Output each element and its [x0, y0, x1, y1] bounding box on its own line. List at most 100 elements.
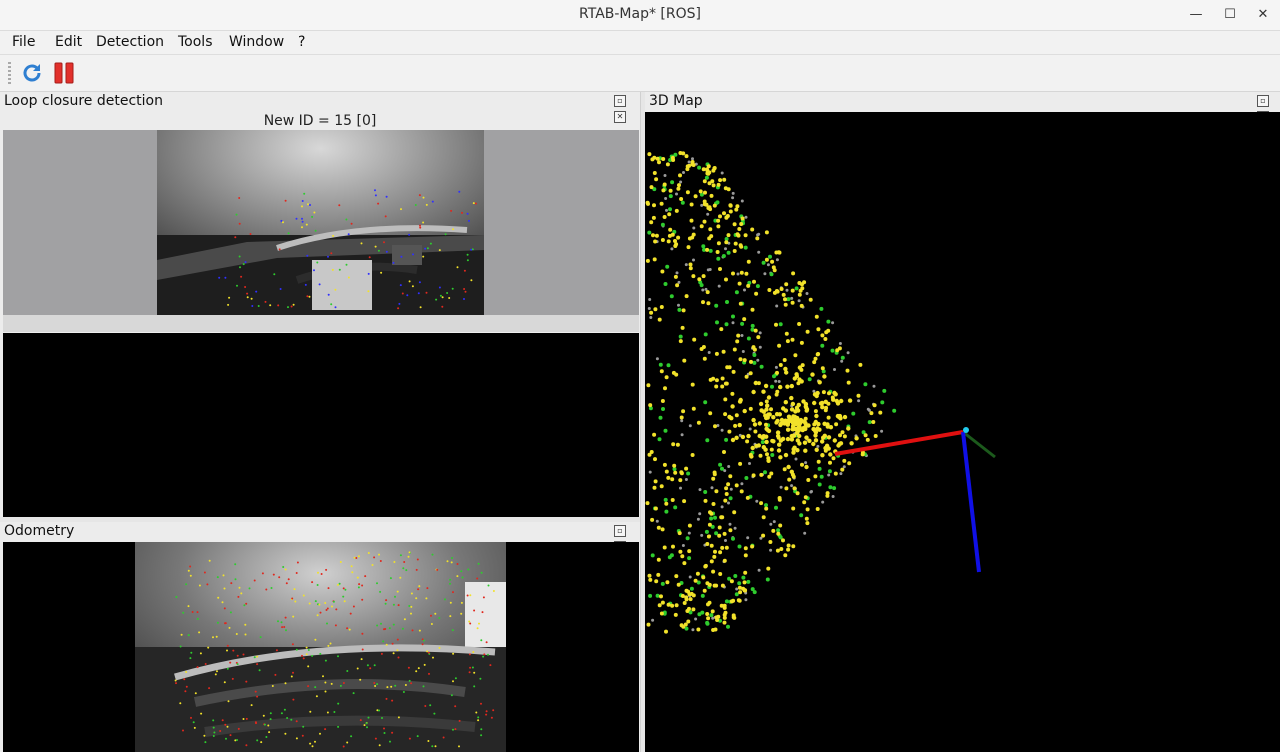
- feature-point: [316, 614, 319, 617]
- map-point: [678, 334, 683, 339]
- title-bar: RTAB-Map* [ROS] — ☐ ✕: [0, 0, 1280, 31]
- feature-point: [225, 737, 227, 740]
- map-point: [744, 598, 748, 602]
- map-point: [731, 613, 736, 618]
- map-point: [739, 244, 744, 249]
- map-point: [750, 307, 755, 312]
- map-point: [691, 607, 696, 612]
- feature-point: [245, 717, 248, 720]
- map-point: [708, 411, 713, 416]
- feature-point: [301, 220, 304, 223]
- map-point: [723, 610, 728, 615]
- feature-point: [304, 283, 307, 286]
- map-point: [771, 439, 776, 444]
- map-point: [696, 517, 700, 521]
- map-point: [743, 546, 748, 551]
- feature-point: [379, 590, 382, 593]
- map-point: [688, 597, 693, 602]
- feature-point: [256, 655, 259, 658]
- feature-point: [410, 682, 413, 685]
- map-point: [750, 544, 755, 549]
- map-point: [689, 218, 694, 223]
- float-icon[interactable]: ▫: [614, 525, 626, 537]
- map-point: [673, 612, 678, 617]
- map-point: [647, 230, 652, 235]
- feature-point: [185, 685, 188, 688]
- map-point: [724, 492, 729, 496]
- minimize-button[interactable]: —: [1184, 4, 1208, 26]
- feature-point: [483, 653, 486, 656]
- map-point: [812, 360, 817, 365]
- menu-edit[interactable]: Edit: [55, 34, 82, 50]
- feature-point: [273, 273, 276, 276]
- feature-point: [189, 565, 192, 568]
- feature-point: [179, 702, 182, 705]
- float-icon[interactable]: ▫: [614, 95, 626, 107]
- float-icon[interactable]: ▫: [1257, 95, 1269, 107]
- feature-point: [441, 305, 444, 308]
- map-point: [732, 510, 737, 515]
- map-point: [706, 301, 711, 306]
- map-point: [735, 339, 740, 344]
- feature-point: [295, 720, 298, 723]
- map-point: [662, 182, 667, 187]
- map-point: [740, 216, 745, 221]
- map-point: [728, 209, 733, 214]
- feature-point: [407, 555, 410, 558]
- map-point: [675, 283, 680, 288]
- feature-point: [429, 704, 432, 707]
- toolbar-grip[interactable]: [8, 62, 11, 84]
- feature-point: [284, 616, 287, 619]
- feature-point: [385, 643, 388, 646]
- feature-point: [434, 745, 437, 748]
- map-point: [800, 462, 804, 467]
- feature-point: [426, 650, 429, 653]
- feature-point: [352, 692, 355, 695]
- map-point: [651, 233, 655, 238]
- menu-detection[interactable]: Detection: [96, 34, 164, 50]
- odometry-dock-buttons: ▫✕: [612, 525, 638, 553]
- map-point: [791, 271, 796, 276]
- map-point: [784, 331, 789, 336]
- feature-point: [416, 735, 419, 738]
- menu-file[interactable]: File: [12, 34, 35, 50]
- feature-point: [234, 236, 237, 239]
- refresh-icon[interactable]: [20, 61, 44, 85]
- map-point: [740, 334, 744, 337]
- map-point: [648, 470, 652, 474]
- map-point: [766, 458, 771, 463]
- map-point: [717, 284, 721, 288]
- map-point: [676, 582, 681, 587]
- feature-point: [242, 653, 245, 656]
- menu-window[interactable]: Window: [229, 34, 284, 50]
- feature-point: [427, 651, 430, 654]
- map-point: [827, 473, 831, 477]
- maximize-button[interactable]: ☐: [1218, 4, 1242, 26]
- feature-point: [417, 292, 420, 295]
- map-point: [816, 327, 821, 332]
- pause-icon[interactable]: [52, 61, 76, 85]
- feature-point: [397, 604, 400, 607]
- map-point: [736, 598, 741, 603]
- map-point: [764, 506, 769, 511]
- feature-point: [385, 195, 388, 198]
- map-point: [769, 447, 774, 452]
- map-point: [719, 327, 724, 332]
- map-point: [849, 441, 854, 446]
- map-point: [723, 397, 728, 402]
- feature-point: [324, 602, 327, 604]
- map3d-viewport[interactable]: [645, 112, 1280, 752]
- menu-help[interactable]: ?: [298, 34, 305, 50]
- map-point: [731, 369, 736, 374]
- feature-point: [329, 642, 332, 645]
- close-button[interactable]: ✕: [1251, 4, 1275, 26]
- map-point: [831, 495, 835, 498]
- map-point: [718, 214, 722, 219]
- map-point: [826, 446, 831, 451]
- map-point: [733, 574, 738, 578]
- menu-tools[interactable]: Tools: [178, 34, 213, 50]
- feature-point: [307, 665, 310, 668]
- feature-point: [492, 590, 495, 592]
- map-point: [647, 452, 652, 457]
- feature-point: [438, 249, 441, 252]
